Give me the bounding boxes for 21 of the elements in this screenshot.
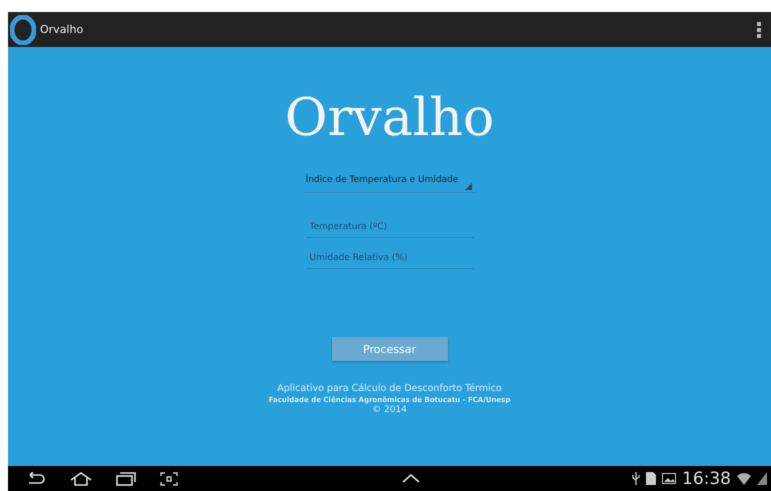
app-icon[interactable] [10, 14, 36, 44]
usb-icon [632, 472, 640, 485]
input-field[interactable]: Umidade Relativa (%) [306, 248, 474, 269]
dropdown-corner-icon [464, 183, 472, 190]
copyright-text: © 2014 [372, 405, 407, 415]
image-icon [662, 473, 676, 484]
footer-text: Aplicativo para Cálculo de Desconforto Térmico [277, 383, 502, 394]
screenshot-icon[interactable] [160, 472, 178, 486]
clock-text: 16:38 [682, 468, 731, 488]
sd-card-icon [646, 472, 656, 485]
back-icon[interactable] [26, 472, 46, 486]
dropdown[interactable]: Índice de Temperatura e Umidade [304, 173, 476, 193]
home-icon[interactable] [70, 472, 92, 486]
app-logo: Orvalho [284, 87, 494, 150]
caret-icon[interactable] [402, 474, 420, 483]
wifi-icon [737, 472, 751, 485]
signal-icon [757, 472, 767, 485]
overflow-menu-icon[interactable] [757, 22, 761, 38]
app-title: Orvalho [40, 23, 84, 36]
input-field[interactable]: Temperatura (ºC) [306, 217, 474, 238]
recent-apps-icon[interactable] [116, 472, 136, 486]
